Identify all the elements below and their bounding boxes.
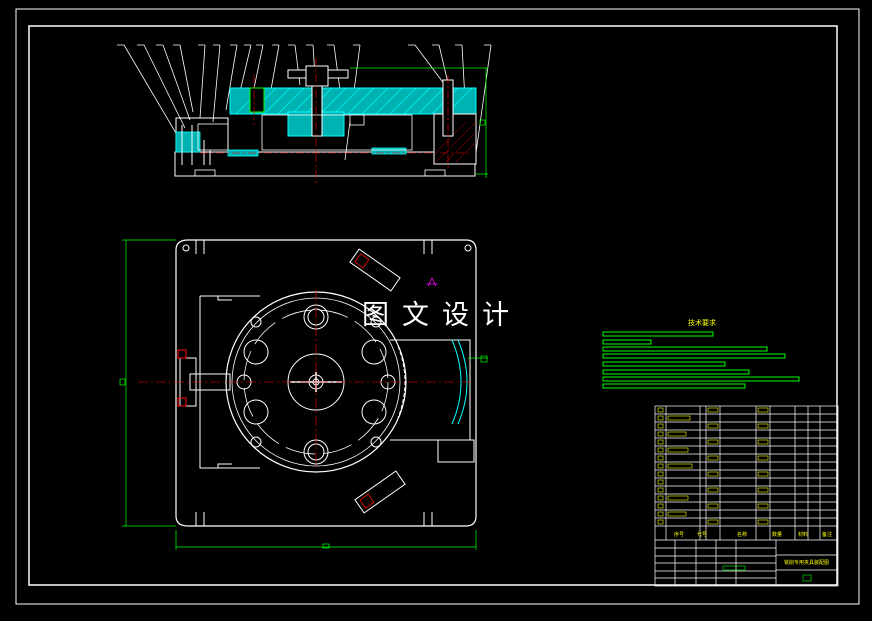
technical-notes-title: 技术要求 [688,319,716,327]
parts-header-notes: 备注 [822,532,833,538]
parts-header-index: 序号 [674,532,685,538]
front-section-view [117,44,492,186]
parts-header-name: 名称 [737,532,748,538]
surface-mark [426,277,438,287]
parts-header-code: 代号 [697,532,708,538]
title-block-drawing-title: 铣削专用夹具装配图 [784,560,830,566]
hatched-section [229,87,477,115]
plan-view [119,239,488,550]
watermark-text: 图文设计 [362,300,522,331]
parts-header-qty: 数量 [772,532,783,538]
technical-notes [602,331,800,389]
parts-header-material: 材料 [798,532,809,538]
